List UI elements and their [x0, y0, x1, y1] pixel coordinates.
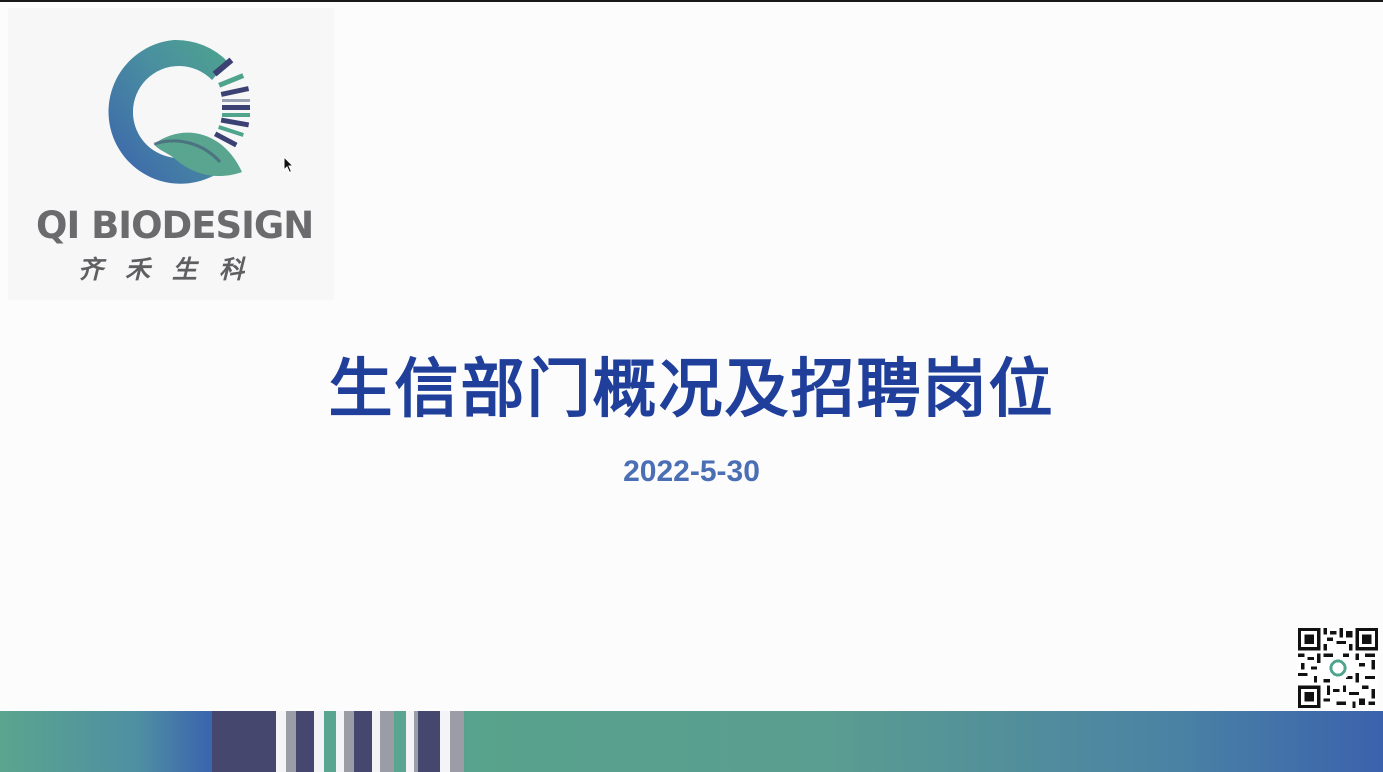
footer-stripe — [324, 711, 336, 772]
footer-stripe — [406, 711, 414, 772]
footer-stripe — [418, 711, 440, 772]
footer-stripe — [372, 711, 380, 772]
slide-title: 生信部门概况及招聘岗位 — [328, 353, 1055, 427]
window-top-border — [0, 0, 1383, 2]
logo-text-english: QI BIODESIGN — [36, 204, 314, 247]
footer-decorative-band — [0, 711, 1383, 772]
footer-stripe — [394, 711, 406, 772]
footer-stripe — [450, 711, 464, 772]
footer-stripe — [296, 711, 314, 772]
slide-date: 2022-5-30 — [623, 455, 760, 488]
footer-stripe — [380, 711, 394, 772]
qr-code-icon — [1298, 628, 1378, 708]
logo-text-chinese: 齐禾生科 — [78, 255, 267, 284]
footer-stripe — [276, 711, 286, 772]
qi-biodesign-logo-icon — [108, 39, 250, 184]
company-logo: QI BIODESIGN 齐禾生科 — [8, 8, 334, 300]
footer-stripe — [314, 711, 324, 772]
footer-stripe — [344, 711, 354, 772]
mouse-pointer-icon — [283, 156, 295, 174]
footer-stripe — [336, 711, 344, 772]
footer-stripe — [440, 711, 450, 772]
footer-stripe — [212, 711, 276, 772]
footer-stripe — [286, 711, 296, 772]
footer-stripe — [354, 711, 372, 772]
